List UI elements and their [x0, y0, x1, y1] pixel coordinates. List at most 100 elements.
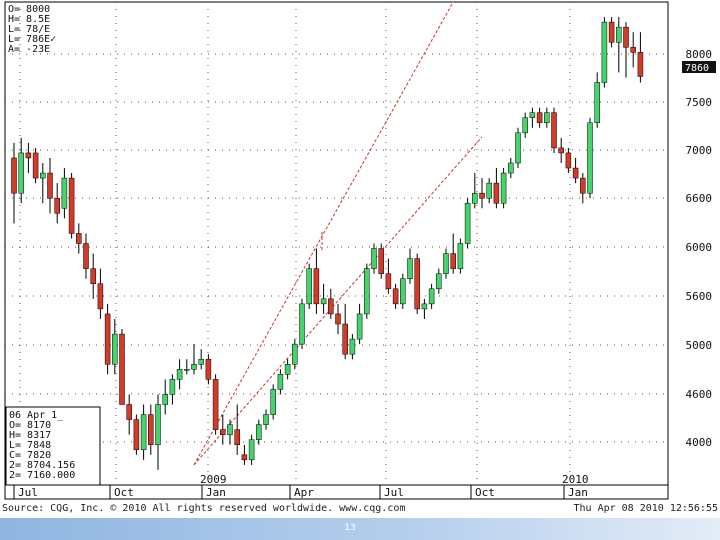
candle-body	[155, 404, 161, 445]
x-month-label: Oct	[114, 486, 134, 499]
candle	[320, 283, 327, 314]
x-month-label: Jul	[384, 486, 404, 499]
candle-body	[457, 243, 464, 269]
candle-body	[522, 117, 528, 134]
candle	[608, 17, 615, 48]
candle-body	[529, 112, 536, 118]
timestamp: Thu Apr 08 2010 12:56:55	[573, 503, 719, 514]
candle	[241, 444, 248, 465]
candle	[407, 248, 413, 284]
candle	[169, 374, 176, 405]
candle	[32, 147, 39, 184]
candle	[594, 72, 600, 128]
y-tick-label: 5600	[686, 290, 713, 303]
candle-body	[25, 152, 32, 159]
candle	[500, 168, 507, 209]
channel-lines	[193, 1, 483, 466]
candle	[414, 253, 420, 314]
candle	[155, 394, 161, 470]
y-tick-label: 8000	[686, 48, 713, 61]
candle	[580, 173, 586, 204]
candle-body	[508, 162, 514, 174]
candle	[630, 32, 636, 68]
source-credit: Source: CQG, Inc. © 2010 All rights rese…	[2, 503, 406, 514]
candle-body	[536, 112, 543, 123]
candle-body	[126, 404, 132, 420]
candle	[544, 107, 550, 128]
y-tick-label: 4000	[686, 436, 713, 449]
candle	[428, 283, 435, 309]
candle	[40, 163, 46, 204]
candle	[140, 404, 147, 460]
candle	[184, 359, 190, 375]
candle-body	[205, 358, 212, 380]
candle-body	[97, 283, 104, 310]
candle	[421, 298, 428, 319]
candle	[97, 268, 104, 319]
candle-body	[11, 157, 17, 194]
candle	[335, 303, 341, 335]
candle-body	[241, 454, 248, 461]
candle-body	[558, 147, 564, 154]
candle	[61, 168, 68, 219]
candle-body	[284, 364, 291, 375]
candle-body	[162, 394, 168, 405]
x-month-label: Jul	[18, 486, 38, 499]
candle-body	[248, 439, 255, 461]
header-stat: A= -23E	[8, 44, 50, 55]
plot-frame	[4, 1, 669, 486]
candle	[119, 329, 125, 405]
candlestick-chart: 4000 4600 5000 5600 6000 6600 7000 7500 8000 786…	[4, 1, 716, 500]
x-month-label: Oct	[475, 486, 495, 499]
candle	[587, 117, 593, 199]
candle	[572, 157, 579, 184]
candle	[256, 419, 262, 445]
candle	[551, 107, 557, 153]
candle-body	[61, 177, 68, 209]
year-label: 2010	[562, 473, 589, 486]
candle	[76, 223, 82, 254]
candle-body	[472, 192, 478, 204]
candle	[270, 384, 276, 420]
candle-body	[140, 414, 147, 451]
candle	[637, 32, 644, 83]
candle	[162, 379, 168, 415]
candle	[205, 354, 212, 385]
header-stats: O= 8000H= 8.5EL= 78/EL= 786E✓A= -23E	[8, 4, 56, 55]
candle-body	[119, 333, 125, 405]
candle-body	[270, 389, 276, 415]
last-price-marker: 7860	[682, 61, 716, 74]
y-tick-label: 7500	[686, 96, 713, 109]
candle-body	[565, 152, 572, 169]
candle-body	[623, 26, 629, 48]
candle	[558, 137, 564, 163]
candle	[306, 263, 312, 309]
candle	[349, 334, 356, 360]
x-month-label: Jan	[568, 486, 588, 499]
candle-body	[515, 132, 521, 164]
candle	[601, 17, 608, 88]
y-tick-label: 4600	[686, 388, 713, 401]
candle	[220, 414, 226, 445]
candle-body	[47, 172, 53, 199]
candles	[11, 17, 644, 470]
candle	[565, 147, 572, 174]
y-tick-label: 7000	[686, 144, 713, 157]
candle-body	[414, 258, 420, 310]
candle-body	[407, 258, 413, 279]
candle-body	[68, 177, 75, 234]
candle	[313, 248, 320, 314]
candle-body	[104, 313, 111, 365]
y-tick-label: 6600	[686, 192, 713, 205]
candle-body	[421, 303, 428, 310]
candle-body	[220, 429, 226, 435]
candle-body	[227, 424, 233, 435]
candle	[284, 359, 291, 380]
candle	[623, 22, 629, 78]
candle-body	[580, 177, 586, 194]
candle-body	[594, 82, 600, 123]
candle-body	[436, 273, 442, 290]
candle-body	[608, 21, 615, 43]
candle-body	[212, 379, 219, 430]
footer: Source: CQG, Inc. © 2010 All rights rese…	[0, 500, 720, 518]
